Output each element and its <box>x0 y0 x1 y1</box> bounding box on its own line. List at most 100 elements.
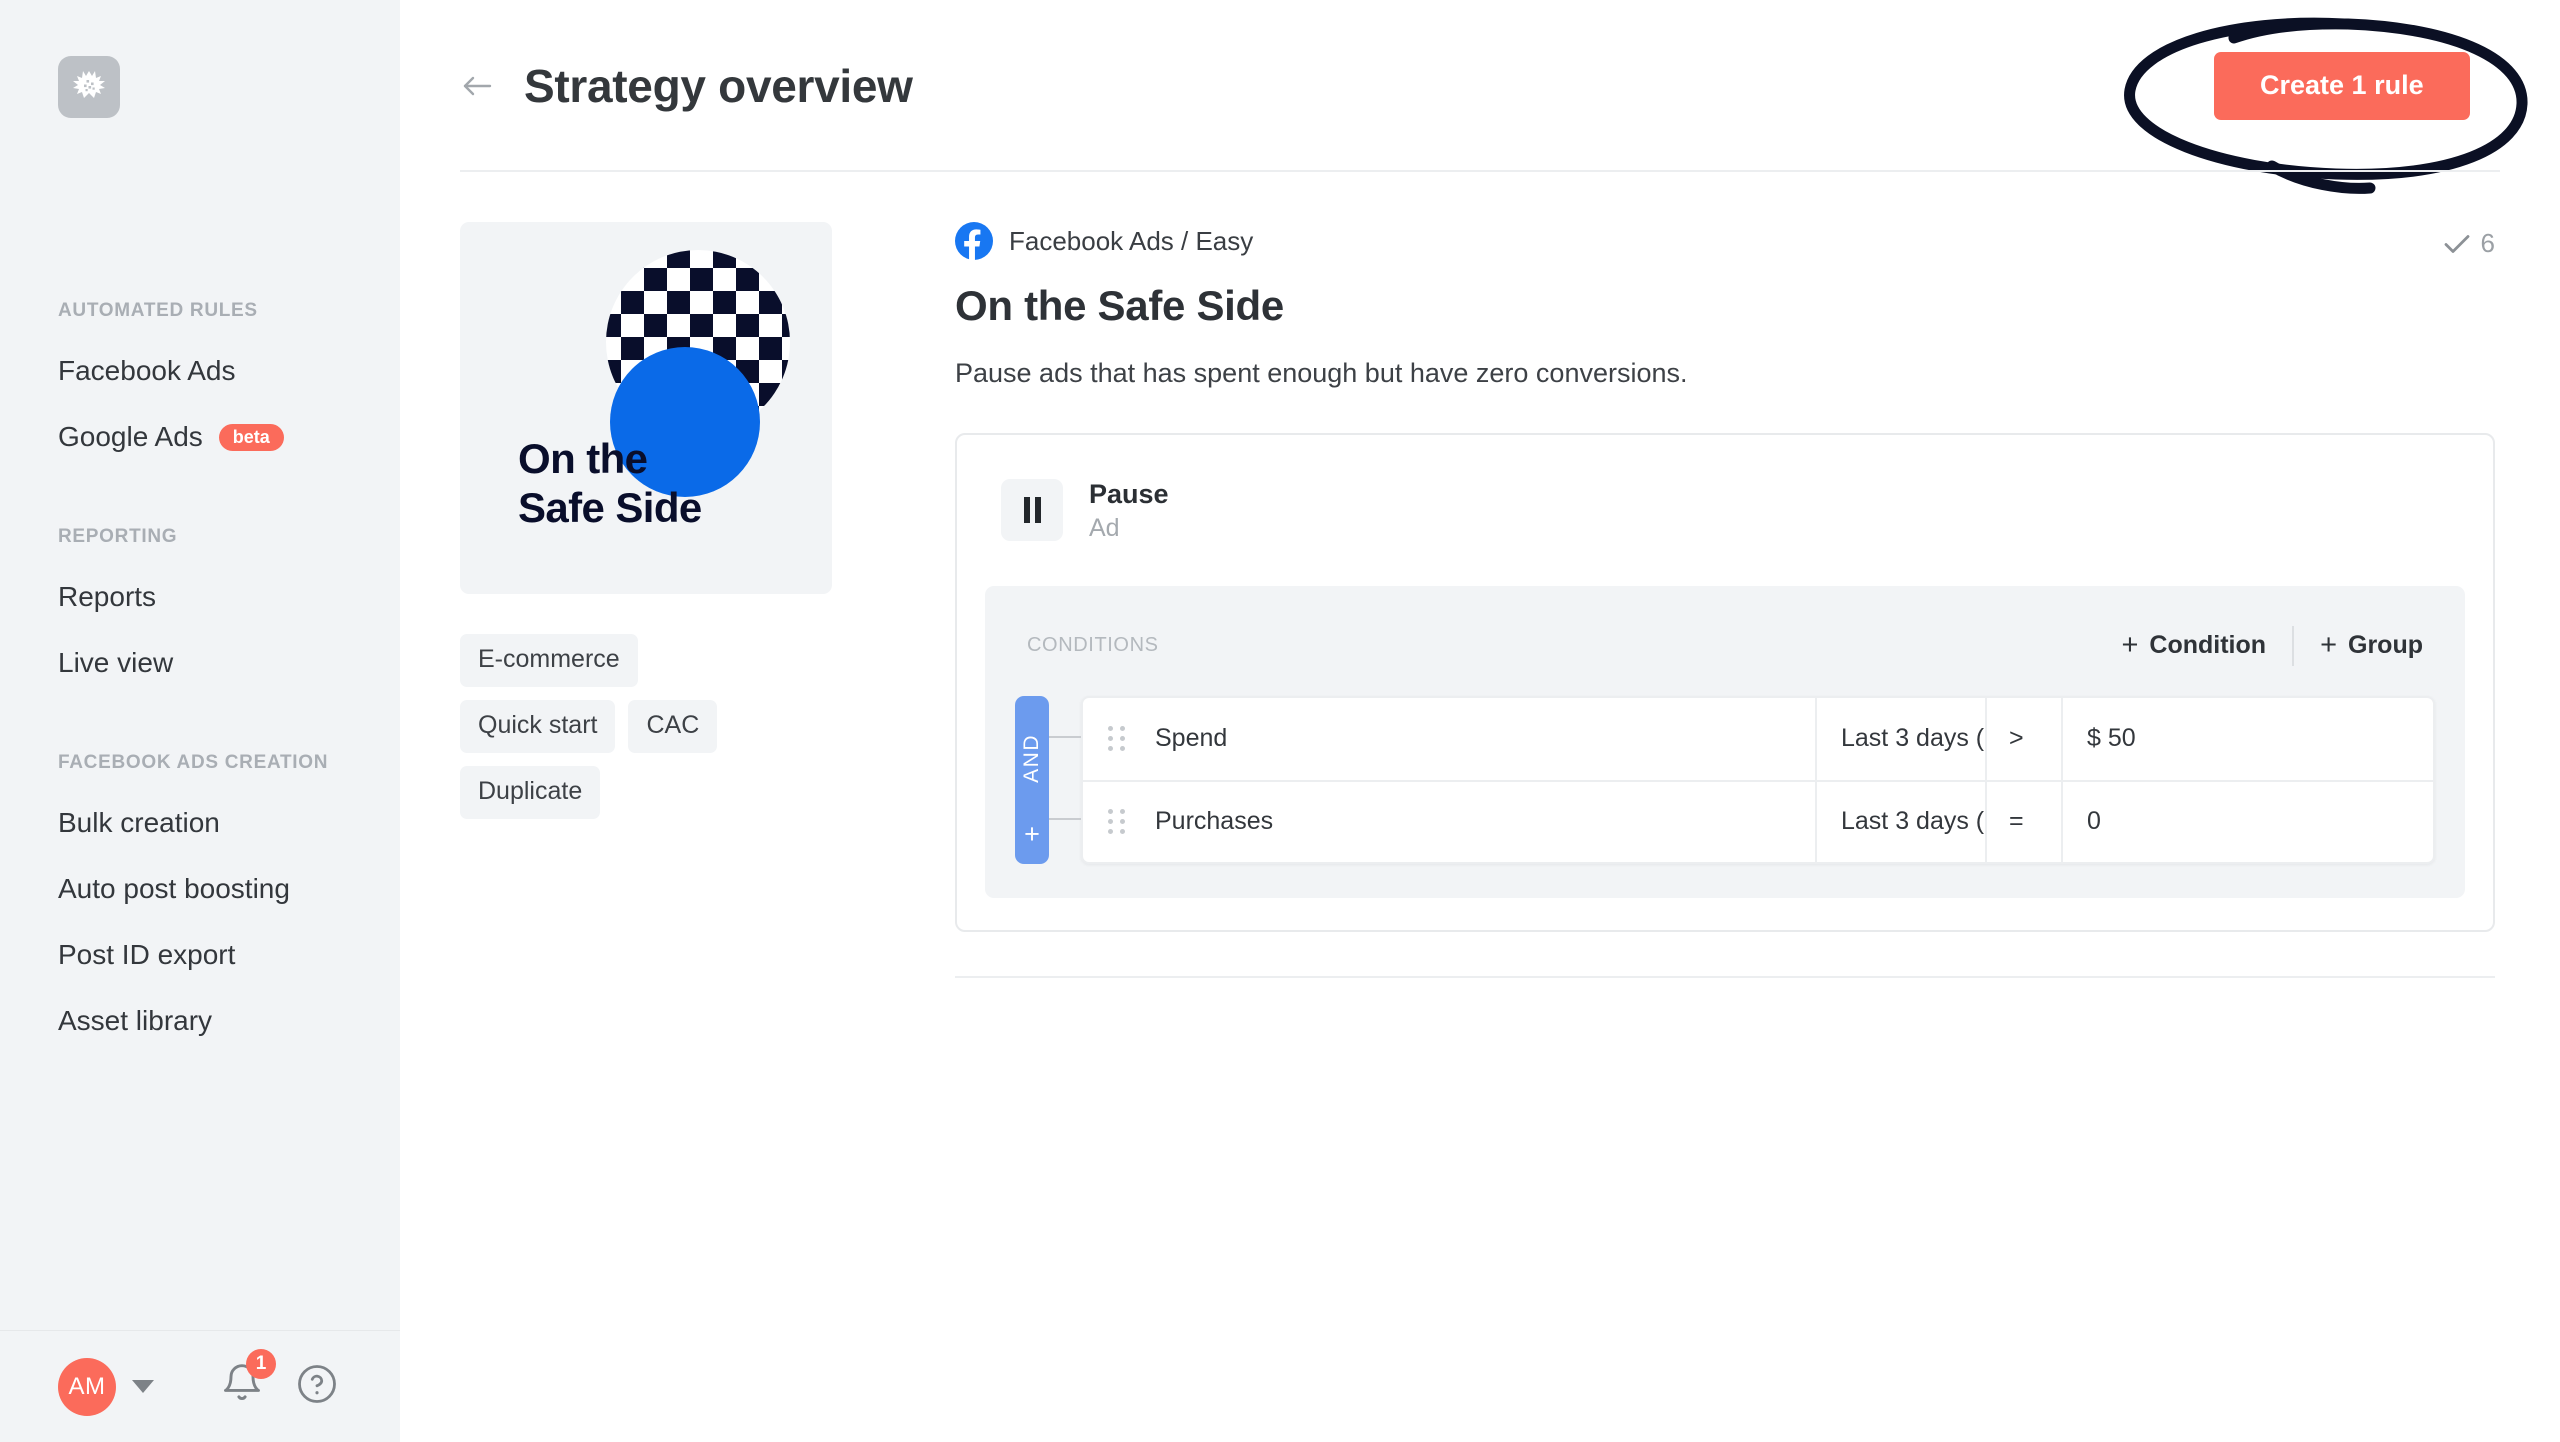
thumbnail-title-line2: Safe Side <box>518 484 702 532</box>
sidebar-item-asset-library[interactable]: Asset library <box>0 998 400 1044</box>
rule-column: Facebook Ads / Easy 6 On the Safe Side P… <box>860 222 2560 978</box>
conditions-body: AND + Spend Last 3 days (> $ 50 Purchas… <box>1015 695 2435 864</box>
create-rule-button[interactable]: Create 1 rule <box>2214 52 2470 120</box>
rule-description: Pause ads that has spent enough but have… <box>955 358 1688 388</box>
table-row: Purchases Last 3 days (Including tod = 0 <box>1083 779 2433 862</box>
strategy-tags: E-commerce Quick start CAC Duplicate <box>460 634 800 819</box>
rule-header: Facebook Ads / Easy 6 On the Safe Side P… <box>955 222 2495 389</box>
action-row: Pause Ad <box>957 435 2493 586</box>
add-group-label: Group <box>2348 631 2423 660</box>
sidebar-item-reports[interactable]: Reports <box>0 574 400 620</box>
plus-icon: + <box>2121 628 2139 661</box>
sidebar-item-label: Bulk creation <box>58 807 220 838</box>
rail-connectors <box>1049 696 1081 864</box>
section-divider <box>955 975 2495 978</box>
strategy-thumbnail: On the Safe Side <box>460 222 832 594</box>
condition-metric-field[interactable]: Spend <box>1151 697 1817 780</box>
breadcrumb-text[interactable]: Facebook Ads / Easy <box>1009 226 1253 257</box>
sidebar-nav: AUTOMATED RULES Facebook Ads Google Ads … <box>0 300 400 1064</box>
sidebar-item-label: Live view <box>58 647 174 678</box>
tag-item[interactable]: E-commerce <box>460 634 638 687</box>
drag-handle-icon[interactable] <box>1083 782 1151 862</box>
nav-heading-reporting: REPORTING <box>58 526 178 547</box>
and-operator-label: AND <box>1020 733 1043 783</box>
condition-timerange-field[interactable]: Last 3 days (Including tod <box>1817 697 1987 780</box>
sidebar-item-label: Asset library <box>58 1005 213 1036</box>
conditions-actions: + Condition + Group <box>2095 625 2429 666</box>
rule-card: Pause Ad CONDITIONS + Condition + Group … <box>955 433 2495 932</box>
sidebar-item-facebook-ads[interactable]: Facebook Ads <box>0 348 400 394</box>
usage-count-value: 6 <box>2480 228 2495 258</box>
drag-handle-icon[interactable] <box>1083 698 1151 780</box>
conditions-panel: CONDITIONS + Condition + Group AND + Spe… <box>985 585 2465 898</box>
check-icon <box>2444 234 2469 253</box>
nav-group-reporting: REPORTING Reports Live view <box>0 526 400 686</box>
strategy-preview-column: On the Safe Side E-commerce Quick start … <box>460 222 860 978</box>
table-row: Spend Last 3 days (Including tod > $ 50 <box>1083 697 2433 780</box>
tag-item[interactable]: Quick start <box>460 700 616 753</box>
logo-mark-icon <box>73 71 105 98</box>
nav-heading-automated-rules: AUTOMATED RULES <box>58 300 258 321</box>
notification-count-badge: 1 <box>246 1349 276 1379</box>
avatar[interactable]: AM <box>58 1357 116 1416</box>
condition-value-field[interactable]: $ 50 <box>2063 698 2433 780</box>
nav-heading-facebook-ads-creation: FACEBOOK ADS CREATION <box>58 752 329 773</box>
conditions-label: CONDITIONS <box>1027 634 1159 657</box>
sidebar-item-google-ads[interactable]: Google Ads beta <box>0 414 400 460</box>
help-button[interactable] <box>296 1363 338 1410</box>
strategy-overview-body: On the Safe Side E-commerce Quick start … <box>400 172 2560 978</box>
plus-icon: + <box>2320 628 2337 661</box>
main-content: Strategy overview Create 1 rule On the S… <box>400 0 2560 1442</box>
condition-timerange-field[interactable]: Last 3 days (Including tod <box>1817 781 1987 862</box>
add-condition-button[interactable]: + Condition <box>2095 628 2292 661</box>
page-title: Strategy overview <box>524 60 913 112</box>
action-text: Pause Ad <box>1089 477 1169 544</box>
nav-group-facebook-ads-creation: FACEBOOK ADS CREATION Bulk creation Auto… <box>0 752 400 1044</box>
usage-count: 6 <box>2443 228 2495 259</box>
sidebar-item-auto-post-boosting[interactable]: Auto post boosting <box>0 866 400 912</box>
pause-icon <box>1001 479 1063 542</box>
action-name: Pause <box>1089 479 1169 509</box>
pause-glyph <box>1023 497 1041 524</box>
and-operator-rail[interactable]: AND + <box>1015 695 1049 864</box>
sidebar-item-label: Reports <box>58 581 157 612</box>
create-rule-area: Create 1 rule <box>2122 17 2528 194</box>
sidebar-item-live-view[interactable]: Live view <box>0 640 400 686</box>
add-group-button[interactable]: + Group <box>2294 628 2429 661</box>
arrow-left-icon <box>463 76 492 96</box>
drag-dots <box>1107 726 1127 752</box>
facebook-glyph <box>955 222 993 260</box>
revealbot-logo[interactable] <box>58 56 120 118</box>
sidebar-item-bulk-creation[interactable]: Bulk creation <box>0 800 400 846</box>
sidebar-item-label: Google Ads <box>58 421 203 452</box>
conditions-table: Spend Last 3 days (Including tod > $ 50 <box>1081 695 2435 864</box>
condition-operator-field[interactable]: > <box>1987 697 2063 780</box>
notifications-button[interactable]: 1 <box>220 1349 276 1412</box>
thumbnail-title: On the Safe Side <box>518 434 702 532</box>
add-condition-label: Condition <box>2149 631 2267 660</box>
chevron-down-icon[interactable] <box>132 1380 154 1393</box>
tag-item[interactable]: CAC <box>628 700 718 753</box>
tag-item[interactable]: Duplicate <box>460 766 601 819</box>
app-root: AUTOMATED RULES Facebook Ads Google Ads … <box>0 0 2560 1442</box>
sidebar-item-post-id-export[interactable]: Post ID export <box>0 932 400 978</box>
sidebar-footer: AM 1 <box>0 1330 400 1442</box>
page-header: Strategy overview Create 1 rule <box>400 0 2560 194</box>
condition-value-field[interactable]: 0 <box>2063 782 2433 862</box>
sidebar-item-label: Auto post boosting <box>58 873 290 904</box>
breadcrumb: Facebook Ads / Easy <box>955 222 2495 260</box>
back-button[interactable] <box>460 71 494 101</box>
sidebar-item-label: Post ID export <box>58 939 236 970</box>
conditions-toolbar: CONDITIONS + Condition + Group <box>1015 614 2435 696</box>
add-condition-rail-button[interactable]: + <box>1024 820 1040 848</box>
condition-metric-field[interactable]: Purchases <box>1151 781 1817 862</box>
drag-dots <box>1107 809 1127 835</box>
beta-badge: beta <box>218 423 284 451</box>
nav-group-automated-rules: AUTOMATED RULES Facebook Ads Google Ads … <box>0 300 400 460</box>
sidebar: AUTOMATED RULES Facebook Ads Google Ads … <box>0 0 400 1442</box>
thumbnail-title-line1: On the <box>518 435 648 482</box>
sidebar-item-label: Facebook Ads <box>58 355 236 386</box>
condition-operator-field[interactable]: = <box>1987 781 2063 862</box>
